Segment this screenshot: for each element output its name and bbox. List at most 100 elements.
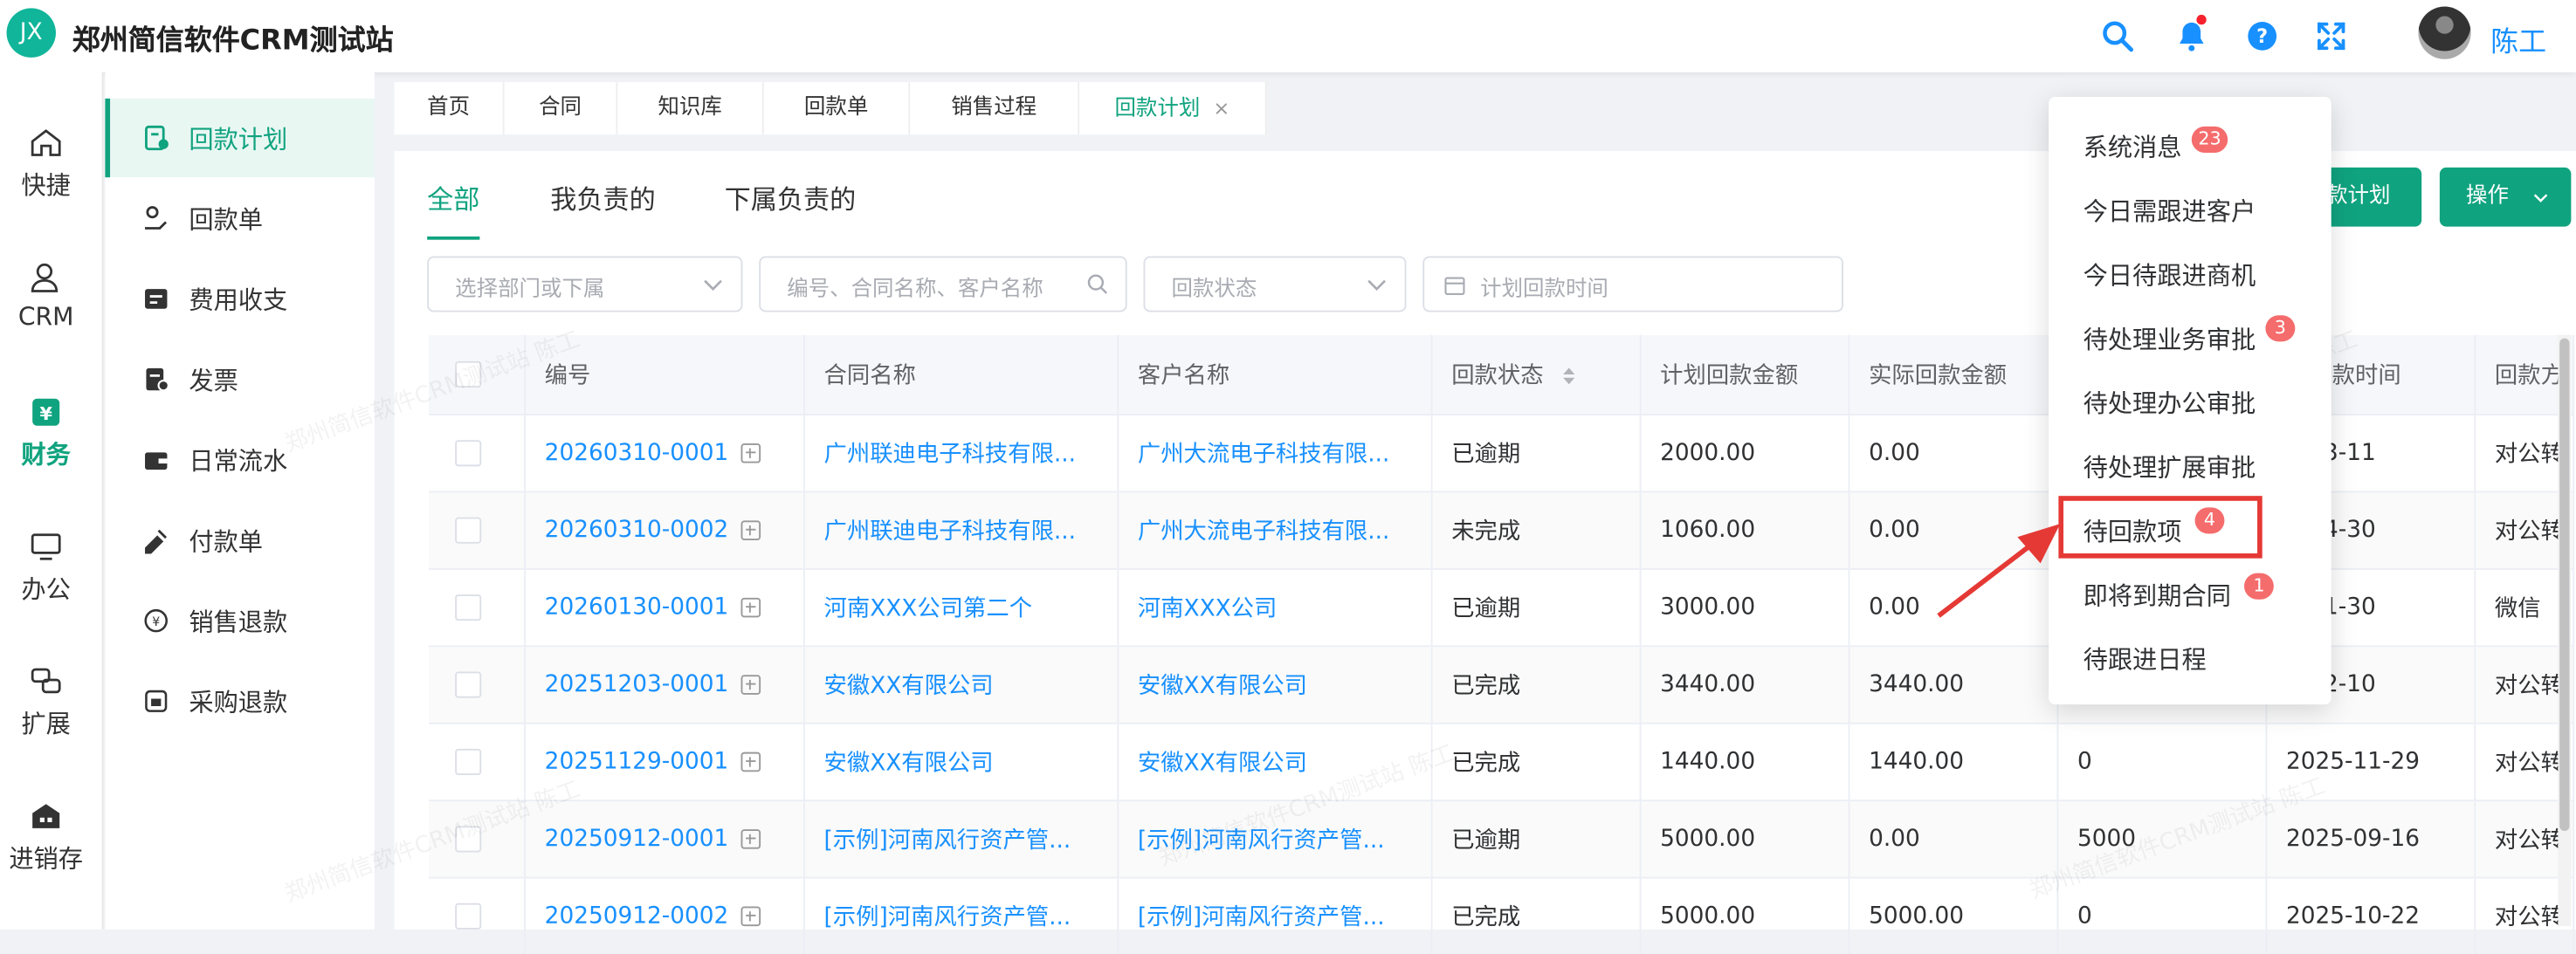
row-number-link[interactable]: 20260310-0002 <box>545 518 729 544</box>
rail-item-crm[interactable]: CRM <box>0 259 92 332</box>
cell-number[interactable]: 20260310-0002 <box>524 491 804 569</box>
row-checkbox[interactable] <box>455 594 482 621</box>
cell-number[interactable]: 20260310-0001 <box>524 414 804 492</box>
row-number-link[interactable]: 20251129-0001 <box>545 749 729 775</box>
submenu-item-sales-refund[interactable]: ¥ 销售退款 <box>105 581 375 660</box>
table-row[interactable]: 20251129-0001 安徽XX有限公司 安徽XX有限公司 已完成 1440.00 1… <box>429 722 2574 801</box>
submenu-item-cashflow[interactable]: 日常流水 <box>105 421 375 499</box>
row-checkbox[interactable] <box>455 671 482 698</box>
rail-item-extend[interactable]: 扩展 <box>0 663 92 740</box>
scope-tab-mine[interactable]: 我负责的 <box>550 177 655 216</box>
search-icon[interactable] <box>2099 18 2135 54</box>
tab-contract[interactable]: 合同 <box>504 82 618 135</box>
rail-item-finance[interactable]: ¥ 财务 <box>0 395 92 471</box>
cell-customer-link[interactable]: 广州大流电子科技有限... <box>1117 414 1432 492</box>
row-select-cell[interactable] <box>429 491 526 569</box>
dropdown-item-office-approvals[interactable]: 待处理办公审批 <box>2049 369 2331 433</box>
submenu-item-expense[interactable]: 费用收支 <box>105 259 375 338</box>
rail-item-inventory[interactable]: 进销存 <box>0 798 92 875</box>
submenu-item-invoice[interactable]: 发票 <box>105 340 375 418</box>
cell-contract-link[interactable]: [示例]河南风行资产管... <box>803 876 1119 954</box>
select-all-cell[interactable] <box>429 334 526 415</box>
dropdown-item-today-opportunities[interactable]: 今日待跟进商机 <box>2049 242 2331 305</box>
row-select-cell[interactable] <box>429 876 526 954</box>
expand-icon[interactable] <box>741 443 761 463</box>
cell-customer-link[interactable]: 广州大流电子科技有限... <box>1117 491 1432 569</box>
tab-sales-process[interactable]: 销售过程 <box>910 82 1080 135</box>
expand-icon[interactable] <box>741 752 761 772</box>
table-scrollbar[interactable] <box>2559 338 2570 831</box>
row-checkbox[interactable] <box>455 903 482 930</box>
submenu-item-receipt[interactable]: 回款单 <box>105 179 375 257</box>
table-row[interactable]: 20250912-0001 [示例]河南风行资产管... [示例]河南风行资产管..… <box>429 800 2574 878</box>
column-header-sortable[interactable]: 回款状态 <box>1430 334 1641 415</box>
row-select-cell[interactable] <box>429 722 526 801</box>
dropdown-item-business-approvals[interactable]: 待处理业务审批 3 <box>2049 305 2331 369</box>
cell-number[interactable]: 20250912-0002 <box>524 876 804 954</box>
cell-number[interactable]: 20251129-0001 <box>524 722 804 801</box>
scope-tab-subordinates[interactable]: 下属负责的 <box>725 177 857 216</box>
cell-customer-link[interactable]: 安徽XX有限公司 <box>1117 722 1432 801</box>
top-header: JX 郑州简信软件CRM测试站 ? 陈工 <box>0 0 2576 72</box>
select-all-checkbox[interactable] <box>455 360 482 388</box>
cell-contract-link[interactable]: 安徽XX有限公司 <box>803 645 1119 724</box>
user-name[interactable]: 陈工 <box>2490 18 2546 59</box>
row-number-link[interactable]: 20250912-0002 <box>545 903 729 930</box>
row-select-cell[interactable] <box>429 567 526 647</box>
row-number-link[interactable]: 20250912-0001 <box>545 826 729 852</box>
expand-icon[interactable] <box>741 675 761 695</box>
avatar[interactable] <box>2418 6 2471 59</box>
row-select-cell[interactable] <box>429 645 526 724</box>
expand-icon[interactable] <box>741 597 761 618</box>
tab-home[interactable]: 首页 <box>394 82 505 135</box>
cell-customer-link[interactable]: 河南XXX公司 <box>1117 567 1432 647</box>
row-checkbox[interactable] <box>455 517 482 544</box>
expand-icon[interactable] <box>741 520 761 540</box>
tab-receipt[interactable]: 回款单 <box>763 82 911 135</box>
cell-number[interactable]: 20251203-0001 <box>524 645 804 724</box>
sort-icon[interactable] <box>1560 367 1577 387</box>
tab-payment-plan[interactable]: 回款计划 × <box>1079 82 1267 135</box>
cell-number[interactable]: 20260130-0001 <box>524 567 804 647</box>
date-range-picker[interactable]: 计划回款时间 <box>1422 256 1843 312</box>
dropdown-item-expiring-contracts[interactable]: 即将到期合同 1 <box>2049 561 2331 625</box>
expand-icon[interactable] <box>741 829 761 849</box>
rail-item-office[interactable]: 办公 <box>0 529 92 606</box>
cell-contract-link[interactable]: [示例]河南风行资产管... <box>803 800 1119 878</box>
cell-contract-link[interactable]: 安徽XX有限公司 <box>803 722 1119 801</box>
rail-item-shortcut[interactable]: 快捷 <box>0 125 92 202</box>
cell-contract-link[interactable]: 河南XXX公司第二个 <box>803 567 1119 647</box>
row-select-cell[interactable] <box>429 414 526 492</box>
cell-contract-link[interactable]: 广州联迪电子科技有限... <box>803 414 1119 492</box>
row-number-link[interactable]: 20251203-0001 <box>545 671 729 697</box>
status-select[interactable]: 回款状态 <box>1143 256 1407 312</box>
expand-icon[interactable] <box>741 906 761 927</box>
dept-select[interactable]: 选择部门或下属 <box>427 256 743 312</box>
table-row[interactable]: 20250912-0002 [示例]河南风行资产管... [示例]河南风行资产管..… <box>429 876 2574 954</box>
search-input[interactable]: 编号、合同名称、客户名称 <box>759 256 1127 312</box>
row-number-link[interactable]: 20260130-0001 <box>545 594 729 621</box>
close-icon[interactable]: × <box>1213 97 1229 120</box>
cell-customer-link[interactable]: [示例]河南风行资产管... <box>1117 876 1432 954</box>
row-select-cell[interactable] <box>429 800 526 878</box>
row-number-link[interactable]: 20260310-0001 <box>545 440 729 466</box>
cell-number[interactable]: 20250912-0001 <box>524 800 804 878</box>
cell-contract-link[interactable]: 广州联迪电子科技有限... <box>803 491 1119 569</box>
cell-customer-link[interactable]: [示例]河南风行资产管... <box>1117 800 1432 878</box>
submenu-item-payment[interactable]: 付款单 <box>105 501 375 580</box>
help-icon[interactable]: ? <box>2244 18 2280 54</box>
cell-customer-link[interactable]: 安徽XX有限公司 <box>1117 645 1432 724</box>
submenu-item-plan[interactable]: 回款计划 <box>105 98 375 178</box>
row-checkbox[interactable] <box>455 748 482 776</box>
scope-tab-all[interactable]: 全部 <box>427 177 479 216</box>
dropdown-item-extension-approvals[interactable]: 待处理扩展审批 <box>2049 434 2331 498</box>
dropdown-item-schedule[interactable]: 待跟进日程 <box>2049 626 2331 690</box>
operations-button[interactable]: 操作 <box>2439 167 2572 227</box>
row-checkbox[interactable] <box>455 826 482 853</box>
dropdown-item-today-customers[interactable]: 今日需跟进客户 <box>2049 177 2331 241</box>
tab-knowledge[interactable]: 知识库 <box>617 82 764 135</box>
row-checkbox[interactable] <box>455 440 482 467</box>
submenu-item-purchase-refund[interactable]: 采购退款 <box>105 662 375 740</box>
dropdown-item-system-messages[interactable]: 系统消息 23 <box>2049 113 2331 177</box>
fullscreen-icon[interactable] <box>2313 18 2349 54</box>
